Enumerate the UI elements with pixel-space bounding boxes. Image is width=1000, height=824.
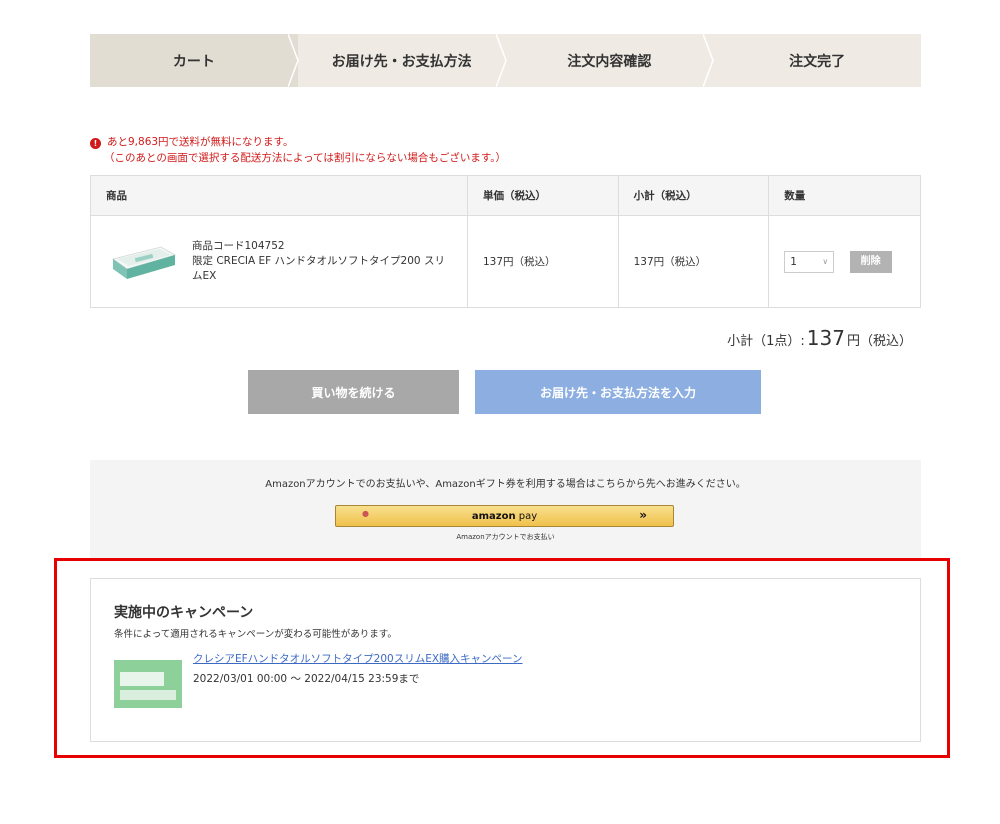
step-label: お届け先・お支払方法: [331, 53, 472, 70]
amazon-pay-button[interactable]: ● amazon pay »: [335, 505, 674, 527]
proceed-checkout-button[interactable]: お届け先・お支払方法を入力: [475, 370, 761, 414]
product-name[interactable]: 限定 CRECIA EF ハンドタオルソフトタイプ200 スリムEX: [192, 254, 452, 284]
step-arrow-icon: [287, 34, 299, 87]
continue-shopping-label: 買い物を続ける: [311, 385, 396, 400]
cart-subtotal: 小計（1点）: 137 円（税込）: [727, 326, 912, 350]
amazon-pay-logo: amazon pay: [472, 511, 537, 522]
delete-button[interactable]: 削除: [849, 250, 892, 273]
header-price: 単価（税込）: [466, 175, 619, 216]
step-cart: カート: [90, 34, 299, 87]
cart-table: 商品 単価（税込） 小計（税込） 数量 商品コード104752 限定 CRECI…: [90, 175, 921, 308]
amazon-pay-logo-sub: pay: [515, 510, 538, 522]
amazon-pay-section: Amazonアカウントでのお支払いや、Amazonギフト券を利用する場合はこちら…: [90, 460, 921, 558]
quantity-value: 1: [790, 255, 797, 268]
notice-line1: あと9,863円で送料が無料になります。: [107, 136, 294, 148]
header-item: 商品: [90, 175, 468, 216]
subtotal-cell: 137円（税込）: [617, 215, 770, 308]
lock-icon: ●: [362, 509, 369, 518]
price-cell: 137円（税込）: [466, 215, 619, 308]
amazon-pay-text: Amazonアカウントでのお支払いや、Amazonギフト券を利用する場合はこちら…: [265, 479, 746, 490]
product-image[interactable]: [109, 239, 179, 285]
amazon-pay-subtext: Amazonアカウントでお支払い: [456, 533, 555, 541]
campaign-image[interactable]: [114, 660, 182, 708]
chevron-down-icon: ∨: [822, 257, 829, 266]
step-confirm: 注文内容確認: [506, 34, 715, 87]
proceed-checkout-label: お届け先・お支払方法を入力: [539, 385, 696, 400]
subtotal-unit: 円（税込）: [846, 334, 912, 349]
table-row: 商品コード104752 限定 CRECIA EF ハンドタオルソフトタイプ200…: [90, 215, 921, 308]
subtotal-label: 小計（1点）:: [727, 334, 805, 349]
product-code: 商品コード104752: [192, 240, 285, 252]
amazon-pay-logo-main: amazon: [471, 510, 516, 522]
step-arrow-icon: [703, 34, 715, 87]
free-shipping-notice: ! あと9,863円で送料が無料になります。 （このあとの画面で選択する配送方法に…: [90, 134, 506, 166]
step-label: カート: [172, 53, 215, 70]
campaign-description: 条件によって適用されるキャンペーンが変わる可能性があります。: [114, 629, 397, 640]
header-subtotal: 小計（税込）: [617, 175, 770, 216]
table-header-row: 商品 単価（税込） 小計（税込） 数量: [90, 175, 921, 216]
step-shipping-payment: お届け先・お支払方法: [298, 34, 507, 87]
campaign-link[interactable]: クレシアEFハンドタオルソフトタイプ200スリムEX購入キャンペーン: [193, 651, 523, 666]
continue-shopping-button[interactable]: 買い物を続ける: [248, 370, 459, 414]
header-qty: 数量: [768, 175, 921, 216]
campaign-period: 2022/03/01 00:00 ～ 2022/04/15 23:59まで: [193, 673, 420, 685]
campaign-image-band: [120, 672, 164, 686]
checkout-steps: カート お届け先・お支払方法 注文内容確認 注文完了: [90, 34, 921, 87]
subtotal-amount: 137: [806, 326, 845, 350]
double-chevron-right-icon: »: [639, 508, 647, 522]
campaign-image-band2: [120, 690, 176, 700]
campaign-section: 実施中のキャンペーン 条件によって適用されるキャンペーンが変わる可能性があります…: [90, 578, 921, 742]
step-arrow-icon: [495, 34, 507, 87]
step-complete: 注文完了: [713, 34, 921, 87]
step-label: 注文完了: [789, 53, 846, 70]
notice-line2: （このあとの画面で選択する配送方法によっては割引にならない場合もございます。）: [104, 152, 507, 164]
qty-cell: 1 ∨ 削除: [768, 215, 921, 308]
warning-icon: !: [90, 138, 101, 149]
campaign-title: 実施中のキャンペーン: [114, 605, 254, 621]
quantity-select[interactable]: 1 ∨: [784, 250, 835, 273]
step-label: 注文内容確認: [567, 53, 652, 70]
item-cell: 商品コード104752 限定 CRECIA EF ハンドタオルソフトタイプ200…: [90, 215, 468, 308]
